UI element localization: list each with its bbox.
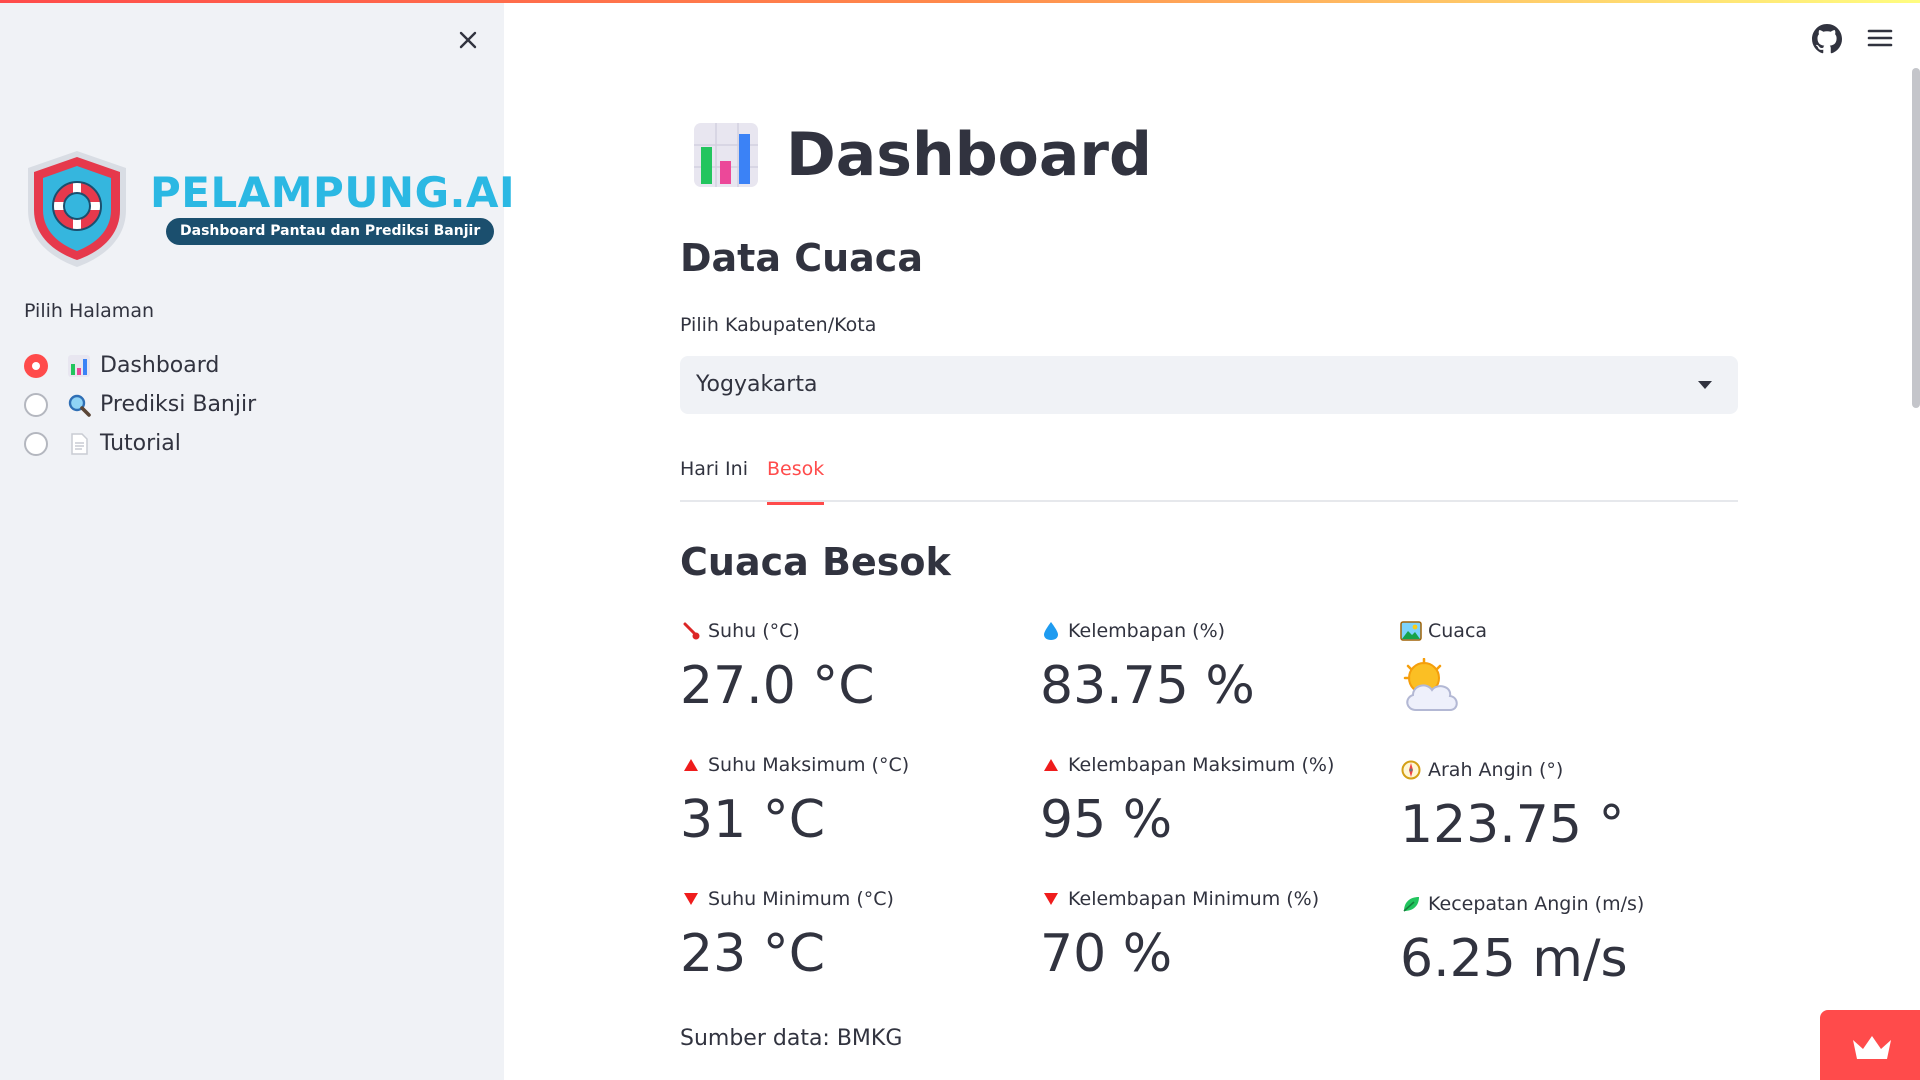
page-radio-caption: Pilih Halaman bbox=[24, 300, 155, 322]
metric-value: 70 % bbox=[1040, 924, 1173, 984]
tab-bar: Hari Ini Besok bbox=[680, 452, 1738, 505]
metric-value: 23 °C bbox=[680, 924, 826, 984]
page-title: Dashboard bbox=[692, 120, 1152, 190]
partly-cloudy-icon bbox=[1403, 657, 1458, 711]
radio-button[interactable] bbox=[24, 431, 48, 456]
top-decoration-bar bbox=[0, 0, 1920, 3]
triangle-down-icon bbox=[680, 888, 702, 910]
metric-label: Kelembapan (%) bbox=[1068, 620, 1226, 642]
metric-label: Kecepatan Angin (m/s) bbox=[1428, 893, 1645, 915]
metric-value: 31 °C bbox=[680, 790, 826, 850]
kabupaten-select[interactable]: Yogyakarta bbox=[680, 356, 1738, 414]
subheader-cuaca-besok: Cuaca Besok bbox=[680, 540, 951, 584]
metric-value: 95 % bbox=[1040, 790, 1173, 850]
metric-label: Arah Angin (°) bbox=[1428, 759, 1564, 781]
metric-suhu: Suhu (°C) 27.0 °C bbox=[680, 618, 1020, 716]
crown-icon bbox=[1853, 1036, 1891, 1059]
tab-hari-ini[interactable]: Hari Ini bbox=[680, 458, 748, 502]
radio-button-checked[interactable] bbox=[24, 353, 48, 378]
logo-subtitle: Dashboard Pantau dan Prediksi Banjir bbox=[166, 218, 495, 245]
close-icon bbox=[459, 31, 477, 49]
main-menu-button[interactable] bbox=[1866, 26, 1894, 50]
radio-option-dashboard[interactable]: Dashboard bbox=[24, 346, 256, 385]
metric-label: Suhu Minimum (°C) bbox=[708, 888, 894, 910]
section-title-data-cuaca: Data Cuaca bbox=[680, 236, 923, 280]
magnifier-icon bbox=[66, 392, 92, 418]
page-radio-group: Dashboard Prediksi Banjir Tutorial bbox=[24, 346, 256, 463]
compass-icon bbox=[1400, 759, 1422, 781]
metric-kelembapan-minimum: Kelembapan Minimum (%) 70 % bbox=[1040, 886, 1380, 984]
close-sidebar-button[interactable] bbox=[452, 24, 484, 56]
metric-suhu-minimum: Suhu Minimum (°C) 23 °C bbox=[680, 886, 1020, 984]
droplet-icon bbox=[1040, 620, 1062, 642]
picture-icon bbox=[1400, 620, 1422, 642]
metric-kelembapan: Kelembapan (%) 83.75 % bbox=[1040, 618, 1380, 716]
document-icon bbox=[66, 431, 92, 457]
metric-arah-angin: Arah Angin (°) 123.75 ° bbox=[1400, 757, 1740, 855]
bar-chart-icon bbox=[66, 353, 92, 379]
radio-option-prediksi-banjir[interactable]: Prediksi Banjir bbox=[24, 385, 256, 424]
radio-label: Prediksi Banjir bbox=[100, 392, 257, 417]
tab-besok[interactable]: Besok bbox=[767, 458, 825, 505]
radio-button[interactable] bbox=[24, 392, 48, 417]
triangle-up-icon bbox=[680, 754, 702, 776]
chevron-down-icon bbox=[1698, 381, 1712, 389]
metric-label: Kelembapan Maksimum (%) bbox=[1068, 754, 1335, 776]
radio-label: Dashboard bbox=[100, 353, 220, 378]
select-label: Pilih Kabupaten/Kota bbox=[680, 314, 877, 336]
sidebar: PELAMPUNG.AI Dashboard Pantau dan Predik… bbox=[0, 0, 515, 1080]
metric-value: 83.75 % bbox=[1040, 656, 1255, 716]
data-source-note: Sumber data: BMKG bbox=[680, 1026, 903, 1051]
lifebuoy-shield-icon bbox=[28, 151, 126, 267]
metric-kelembapan-maksimum: Kelembapan Maksimum (%) 95 % bbox=[1040, 752, 1380, 850]
radio-option-tutorial[interactable]: Tutorial bbox=[24, 424, 256, 463]
metric-value: 123.75 ° bbox=[1400, 795, 1625, 855]
logo-title: PELAMPUNG.AI bbox=[150, 168, 516, 217]
metric-label: Suhu (°C) bbox=[708, 620, 800, 642]
metric-label: Cuaca bbox=[1428, 620, 1488, 642]
metric-suhu-maksimum: Suhu Maksimum (°C) 31 °C bbox=[680, 752, 1020, 850]
page-heading: Dashboard bbox=[786, 120, 1152, 190]
github-icon bbox=[1812, 24, 1842, 54]
metric-value: 6.25 m/s bbox=[1400, 929, 1628, 989]
metric-kecepatan-angin: Kecepatan Angin (m/s) 6.25 m/s bbox=[1400, 891, 1740, 989]
leaf-icon bbox=[1400, 893, 1422, 915]
main-area: Dashboard Data Cuaca Pilih Kabupaten/Kot… bbox=[504, 0, 1920, 1080]
metric-label: Kelembapan Minimum (%) bbox=[1068, 888, 1320, 910]
deploy-badge-button[interactable] bbox=[1820, 1010, 1920, 1080]
vertical-scrollbar[interactable] bbox=[1912, 68, 1920, 408]
metric-cuaca: Cuaca bbox=[1400, 618, 1740, 718]
thermometer-icon bbox=[680, 620, 702, 642]
github-button[interactable] bbox=[1812, 24, 1842, 54]
logo: PELAMPUNG.AI Dashboard Pantau dan Predik… bbox=[22, 148, 515, 270]
bar-chart-icon bbox=[694, 123, 758, 187]
radio-label: Tutorial bbox=[100, 431, 181, 456]
metric-label: Suhu Maksimum (°C) bbox=[708, 754, 910, 776]
hamburger-menu-icon bbox=[1867, 29, 1893, 47]
triangle-up-icon bbox=[1040, 754, 1062, 776]
metric-value: 27.0 °C bbox=[680, 656, 875, 716]
triangle-down-icon bbox=[1040, 888, 1062, 910]
select-value: Yogyakarta bbox=[696, 372, 818, 397]
